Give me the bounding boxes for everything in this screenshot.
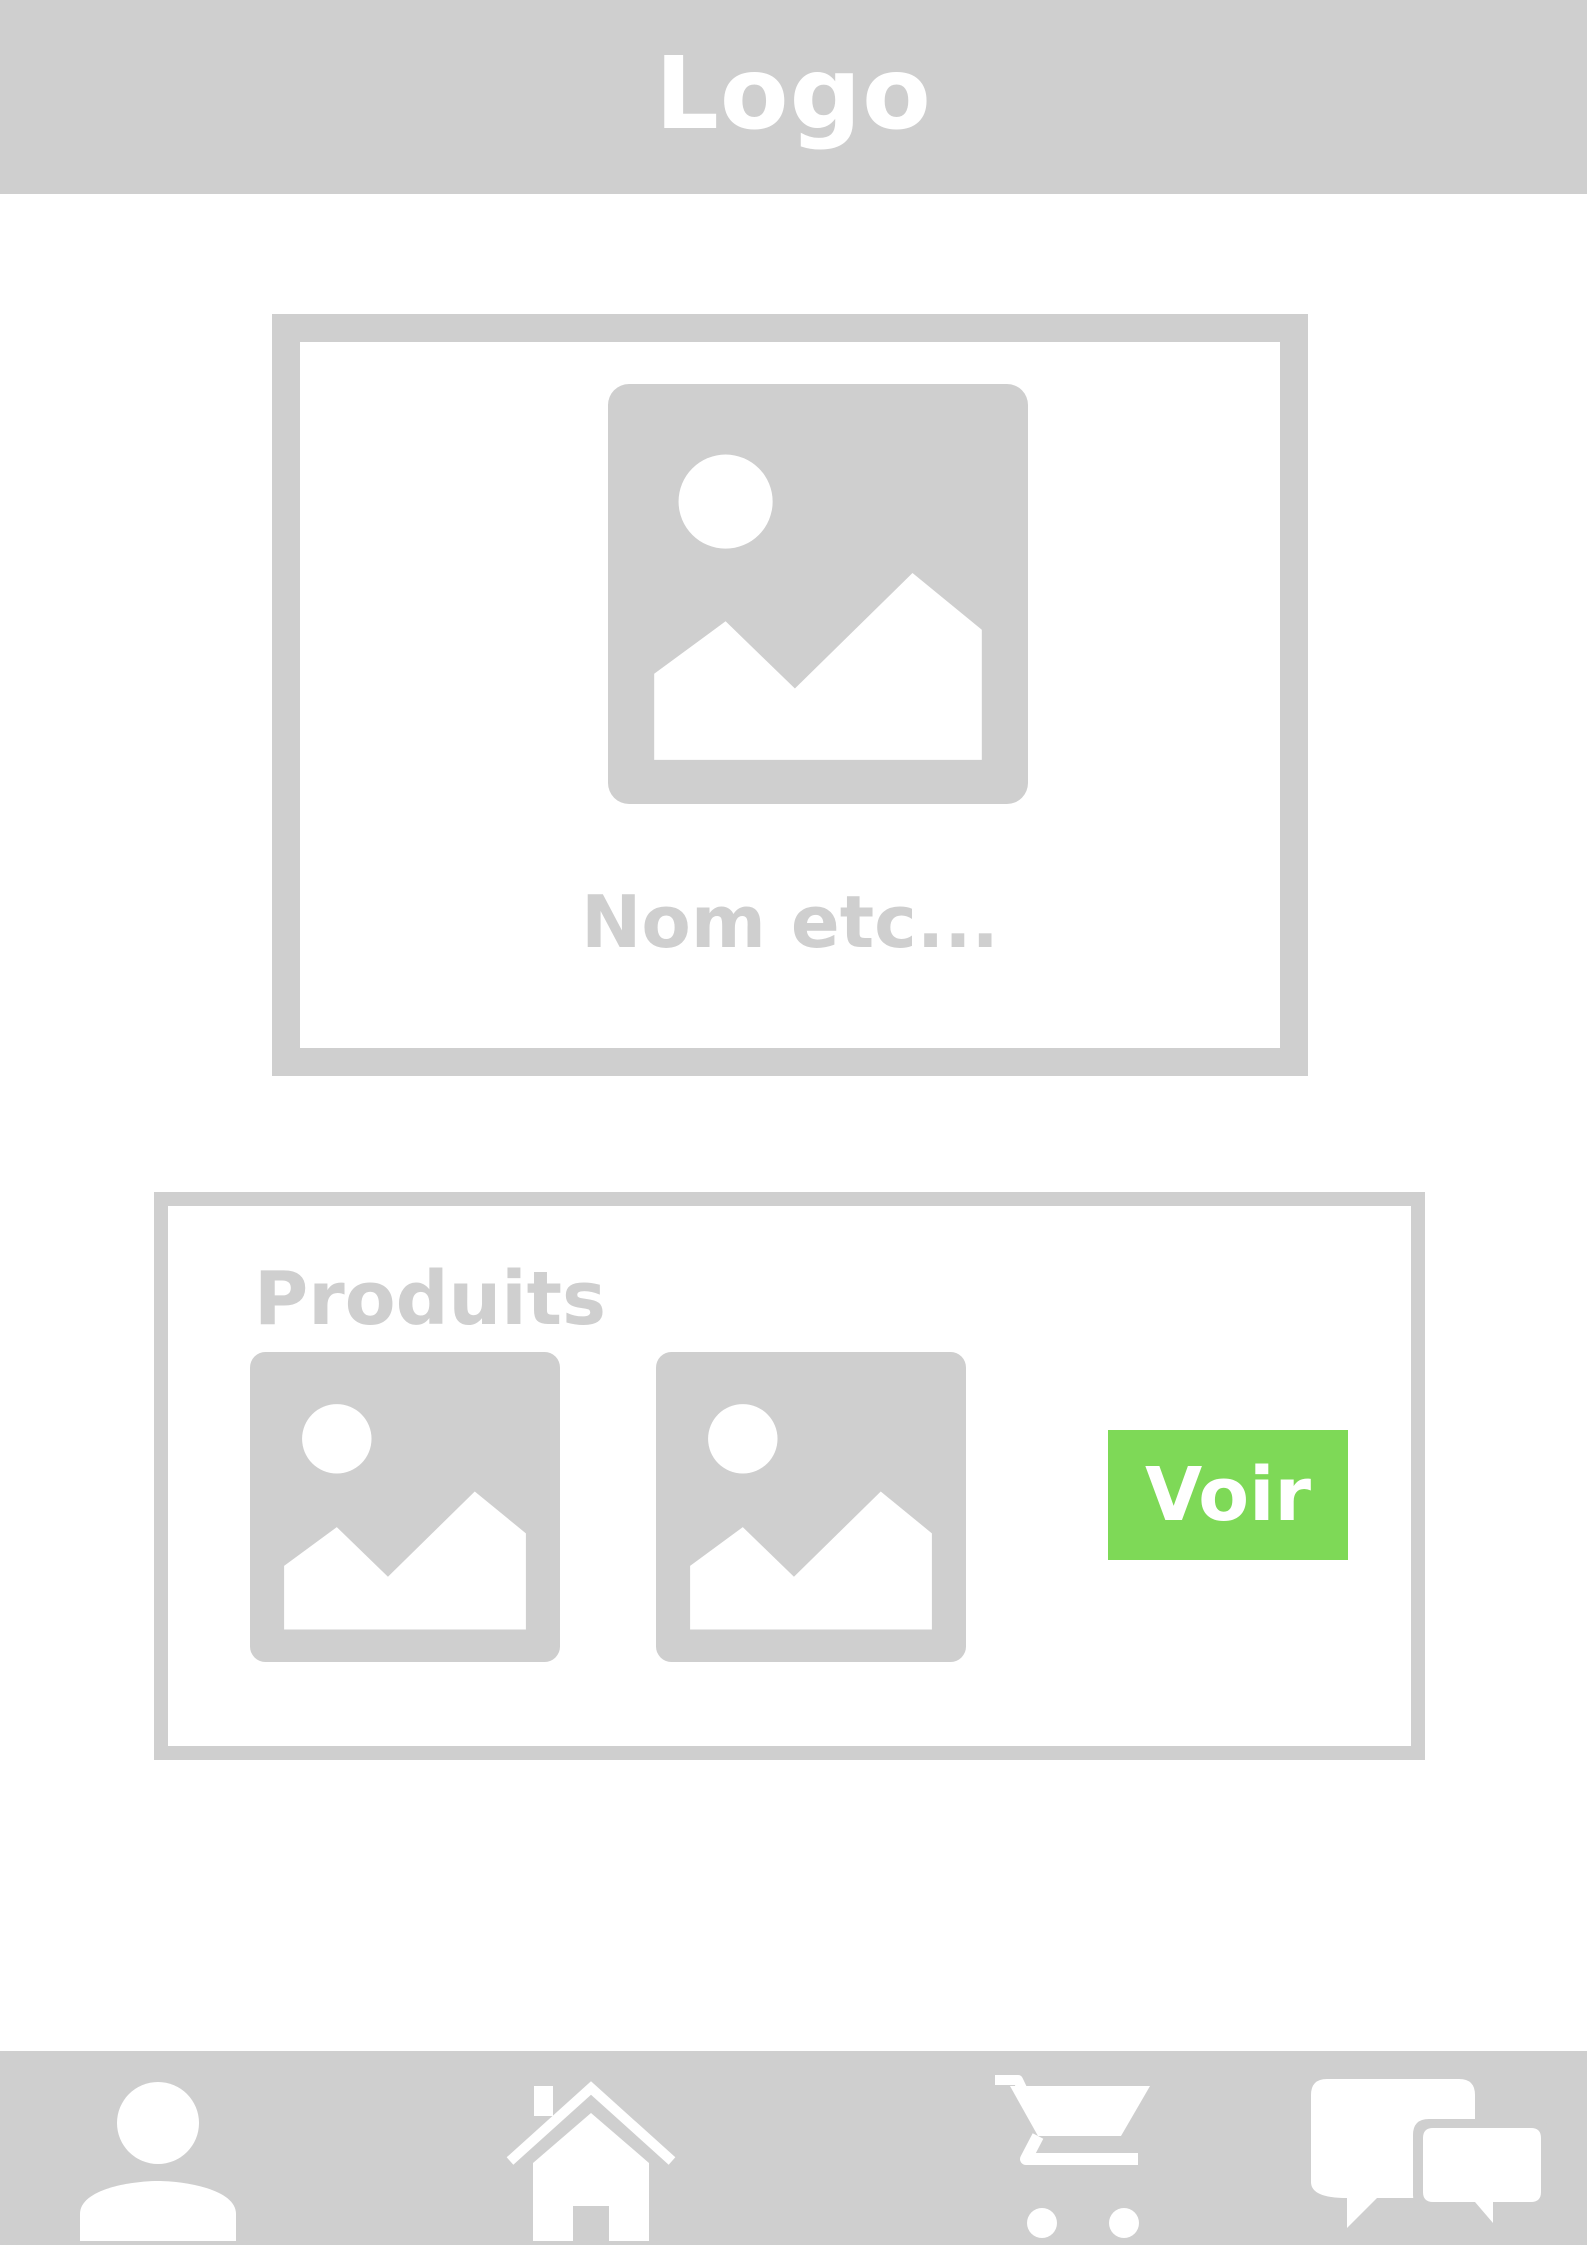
featured-card[interactable]: Nom etc... (272, 314, 1308, 1076)
nav-chat[interactable] (1305, 2061, 1550, 2241)
logo[interactable]: Logo (655, 44, 932, 144)
product-thumbnail-1[interactable] (250, 1352, 560, 1662)
bottom-nav (0, 2051, 1587, 2245)
home-icon (506, 2081, 676, 2241)
products-title: Produits (254, 1256, 607, 1342)
voir-button[interactable]: Voir (1108, 1430, 1348, 1560)
user-icon (80, 2082, 236, 2241)
image-placeholder-icon (656, 1352, 966, 1662)
image-placeholder-icon (250, 1352, 560, 1662)
nav-home[interactable] (505, 2061, 685, 2241)
header-bar: Logo (0, 0, 1587, 194)
cart-icon (995, 2075, 1150, 2238)
nav-cart[interactable] (990, 2061, 1160, 2241)
featured-caption: Nom etc... (581, 880, 999, 964)
product-thumbnail-2[interactable] (656, 1352, 966, 1662)
products-section: Produits Voir (154, 1192, 1425, 1760)
chat-icon (1311, 2079, 1550, 2233)
image-placeholder-icon (608, 384, 1028, 804)
nav-profile[interactable] (72, 2061, 242, 2241)
